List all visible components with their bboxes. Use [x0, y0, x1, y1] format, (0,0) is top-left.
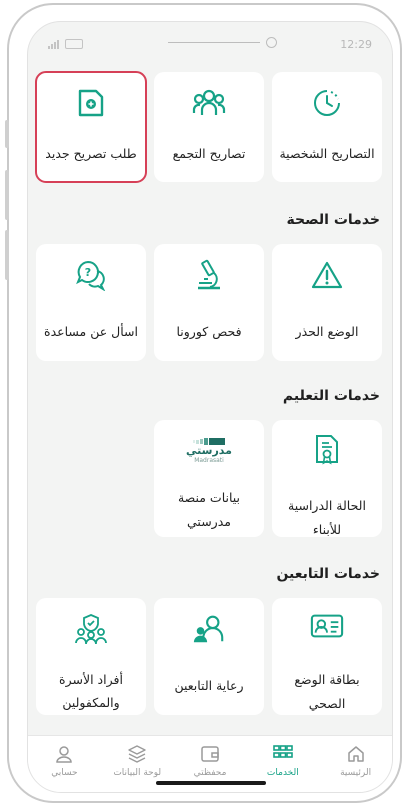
clock-icon	[310, 86, 344, 120]
new-document-icon	[74, 86, 108, 120]
section-title-education: خدمات التعليم	[282, 388, 380, 404]
certificate-icon	[310, 434, 344, 466]
card-madrasati-platform[interactable]: مدرستي Madrasati بيانات منصة مدرستي	[154, 420, 264, 537]
svg-text:?: ?	[85, 266, 91, 279]
card-label: أفراد الأسرة والمكفولين	[59, 671, 123, 711]
card-personal-permits[interactable]: التصاريح الشخصية	[272, 72, 382, 182]
card-label: بيانات منصة مدرستي	[177, 490, 241, 529]
id-card-icon	[310, 612, 344, 640]
grid-icon	[273, 744, 293, 764]
card-dependents-care[interactable]: رعاية التابعين	[154, 598, 264, 715]
tab-label: الرئيسية	[340, 768, 372, 778]
health-row: الوضع الحذر فحص كورونا ? اسأل عن مساعدة	[36, 244, 382, 361]
family-shield-icon	[74, 612, 108, 646]
help-chat-icon: ?	[74, 258, 108, 292]
card-label: الحالة الدراسية للأبناء	[288, 498, 366, 537]
warning-icon	[310, 258, 344, 292]
battery-icon	[65, 39, 83, 49]
tab-label: محفظتي	[193, 768, 227, 778]
section-title-dependents: خدمات التابعين	[276, 566, 380, 582]
phone-frame: 12:29 التصاريح الشخصية تصاريح التجمع طلب…	[7, 3, 402, 803]
dependents-row: بطاقة الوضع الصحي رعاية التابعين أفراد ا…	[36, 598, 382, 715]
card-cautious-status[interactable]: الوضع الحذر	[272, 244, 382, 361]
education-row: الحالة الدراسية للأبناء مدرستي Madrasati	[154, 420, 382, 537]
user-icon	[54, 744, 74, 764]
microscope-icon	[192, 258, 226, 292]
card-family-members[interactable]: أفراد الأسرة والمكفولين	[36, 598, 146, 715]
card-label: التصاريح الشخصية	[279, 146, 375, 161]
card-children-academic-status[interactable]: الحالة الدراسية للأبناء	[272, 420, 382, 537]
volume-down-button	[5, 230, 9, 280]
camera-icon	[266, 37, 277, 48]
status-time: 12:29	[340, 37, 372, 51]
status-bar: 12:29	[28, 22, 392, 66]
dependents-icon	[192, 612, 226, 646]
card-label: رعاية التابعين	[174, 678, 244, 693]
card-health-status-card[interactable]: بطاقة الوضع الصحي	[272, 598, 382, 715]
home-icon	[346, 744, 366, 764]
card-gathering-permits[interactable]: تصاريح التجمع	[154, 72, 264, 182]
card-label: طلب تصريح جديد	[45, 146, 137, 161]
volume-up-button	[5, 170, 9, 220]
card-label: تصاريح التجمع	[172, 146, 246, 161]
tab-label: الخدمات	[266, 768, 299, 778]
tab-label: حسابي	[51, 768, 78, 778]
card-label: فحص كورونا	[176, 324, 242, 339]
group-icon	[192, 86, 226, 120]
speaker-grille	[168, 42, 260, 43]
wallet-icon	[200, 744, 220, 764]
mute-switch	[5, 120, 9, 148]
card-label: الوضع الحذر	[295, 324, 359, 339]
permits-row: التصاريح الشخصية تصاريح التجمع طلب تصريح…	[35, 71, 382, 183]
card-corona-test[interactable]: فحص كورونا	[154, 244, 264, 361]
card-ask-for-help[interactable]: ? اسأل عن مساعدة	[36, 244, 146, 361]
app-screen: 12:29 التصاريح الشخصية تصاريح التجمع طلب…	[27, 21, 393, 793]
card-label: بطاقة الوضع الصحي	[294, 672, 360, 711]
card-label: اسأل عن مساعدة	[44, 324, 138, 339]
madrasati-logo: مدرستي Madrasati	[179, 434, 239, 468]
services-content[interactable]: التصاريح الشخصية تصاريح التجمع طلب تصريح…	[28, 66, 392, 736]
signal-icon	[48, 39, 59, 49]
home-indicator[interactable]	[156, 781, 266, 785]
tab-home[interactable]: الرئيسية	[319, 736, 392, 792]
tab-label: لوحة البيانات	[113, 768, 162, 778]
layers-icon	[127, 744, 147, 764]
section-title-health: خدمات الصحة	[286, 212, 380, 228]
tab-account[interactable]: حسابي	[28, 736, 101, 792]
card-new-permit-request[interactable]: طلب تصريح جديد	[35, 71, 147, 183]
